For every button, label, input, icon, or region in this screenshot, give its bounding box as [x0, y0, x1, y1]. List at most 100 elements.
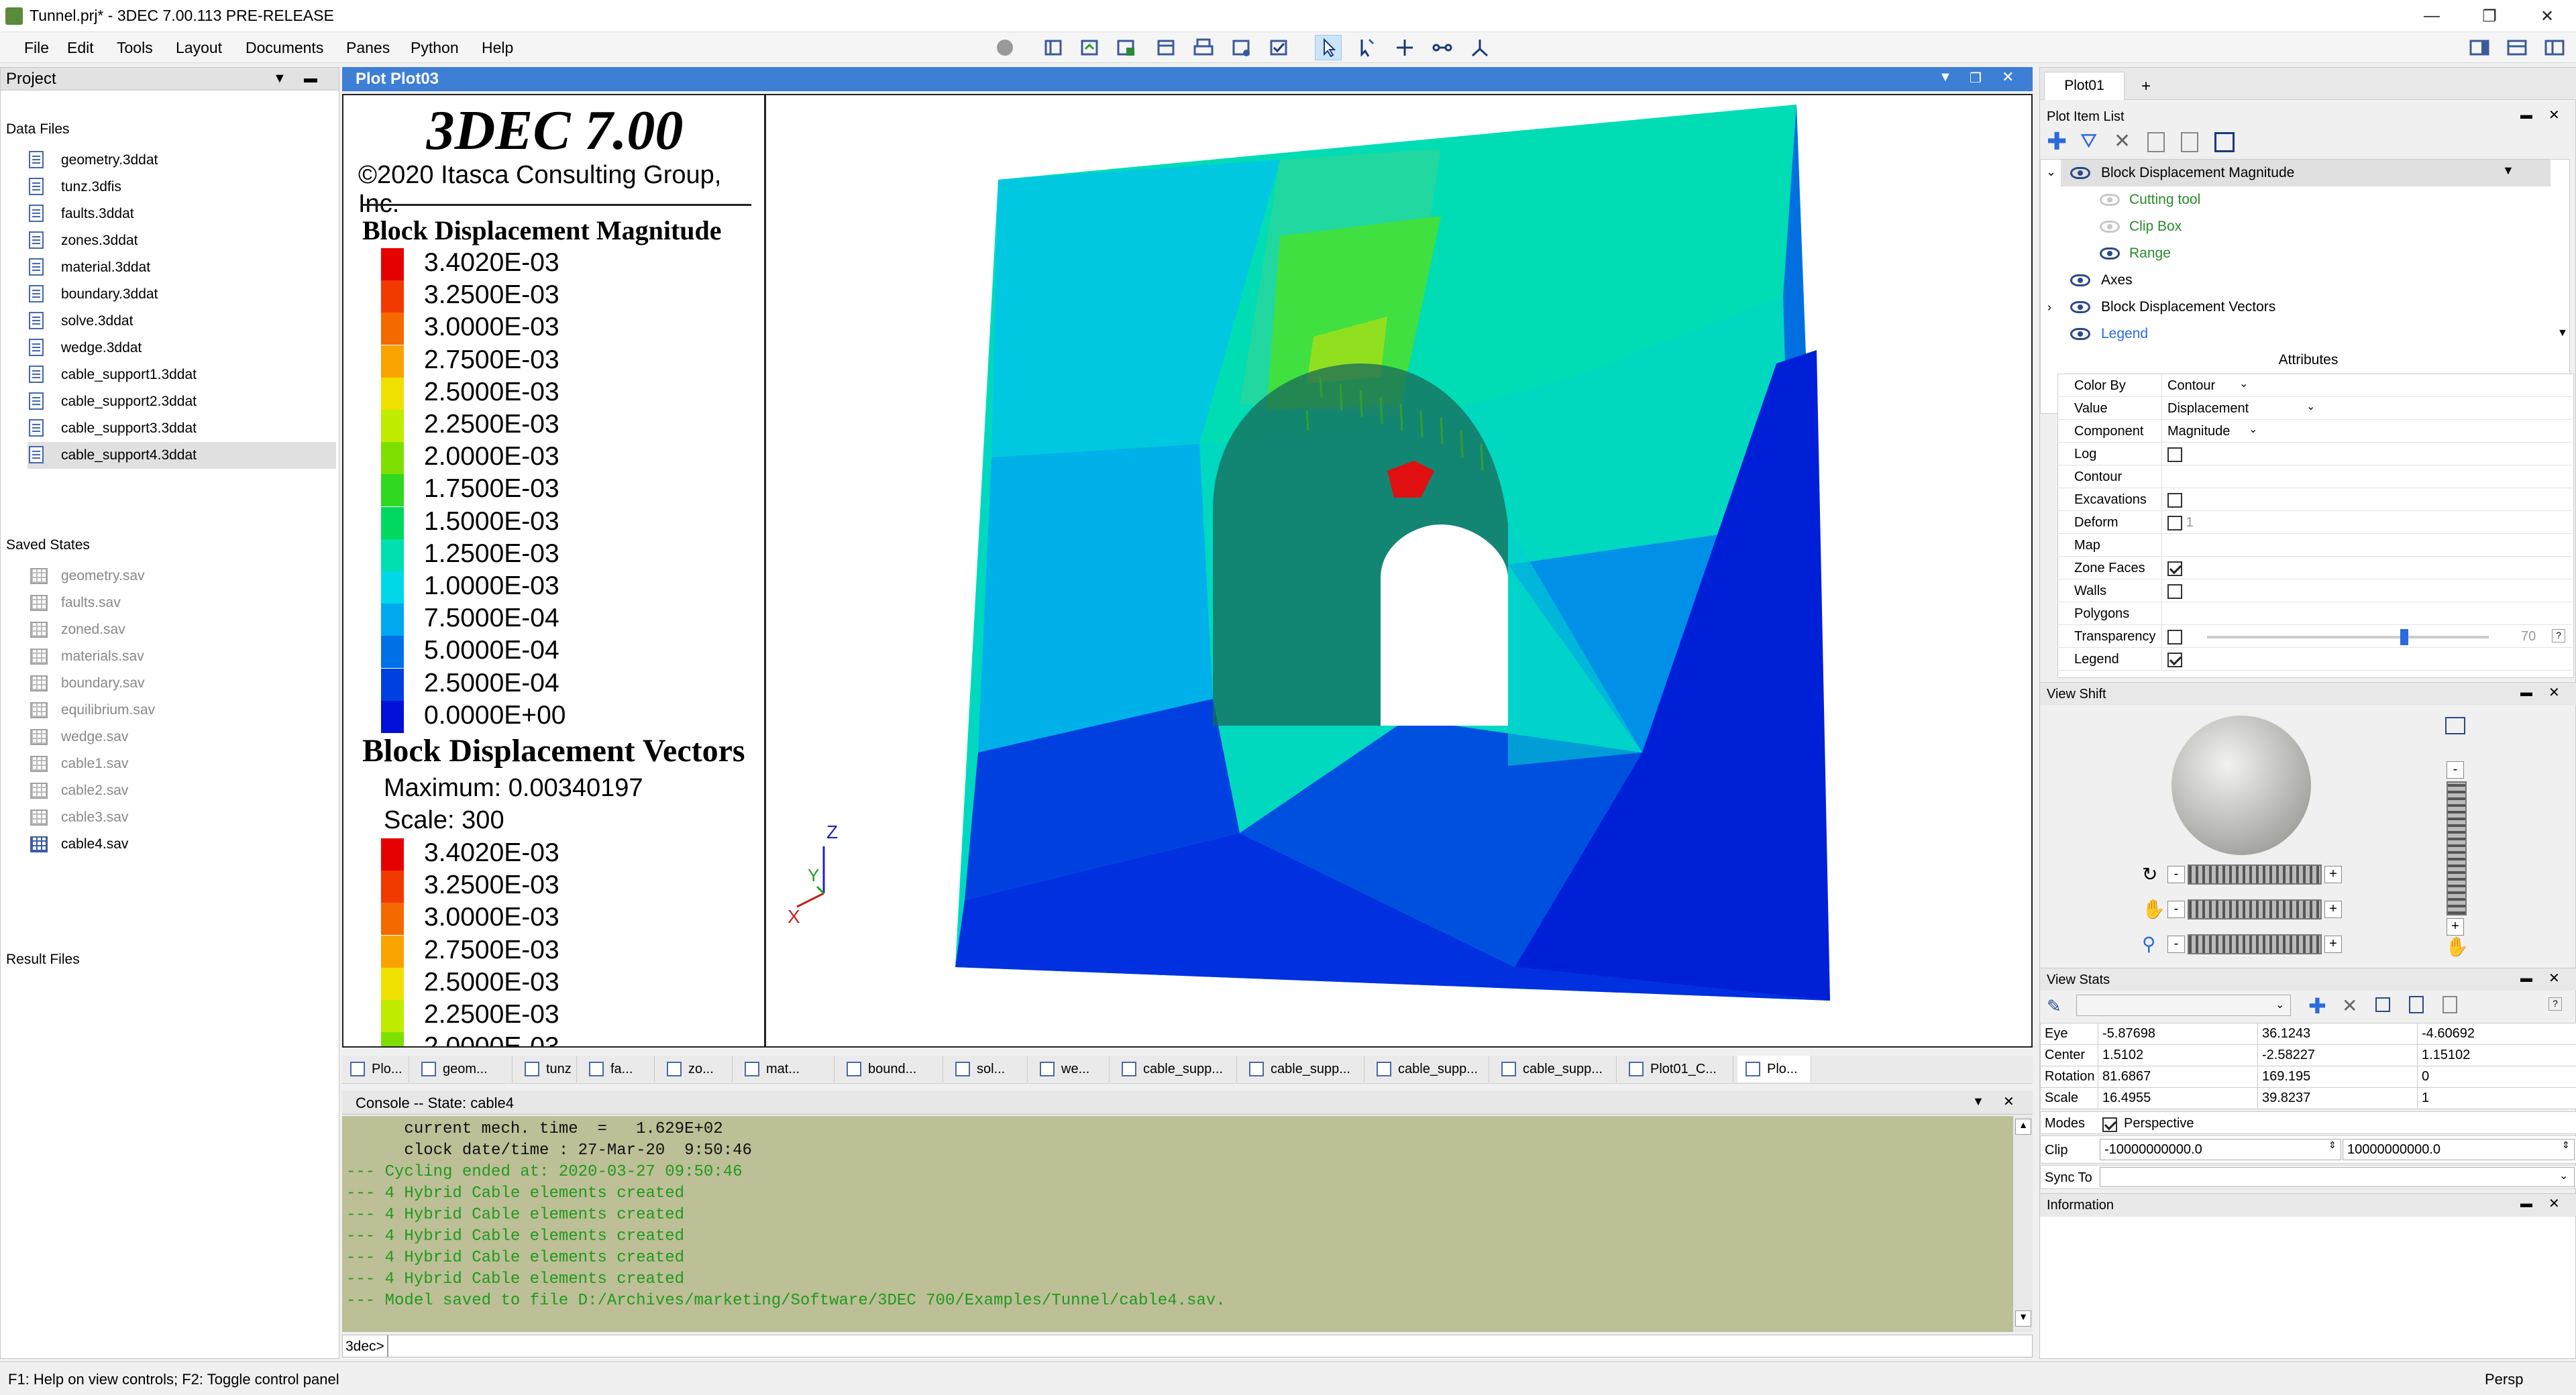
list-item[interactable]: cable_support3.3ddat — [61, 415, 197, 442]
document-tab[interactable]: zo... — [659, 1056, 733, 1082]
panel-close-icon[interactable]: ✕ — [2548, 684, 2560, 701]
scroll-down-icon[interactable]: ▼ — [2015, 1310, 2031, 1327]
attr-row-contour[interactable]: Contour — [2058, 465, 2572, 488]
list-item[interactable]: geometry.sav — [61, 563, 145, 590]
legend-checkbox[interactable] — [2167, 652, 2182, 667]
filter-icon[interactable]: ⛛ — [2080, 129, 2097, 154]
sphere-icon[interactable] — [991, 35, 1018, 60]
list-item[interactable]: zones.3ddat — [61, 227, 138, 254]
add-item-icon[interactable]: ✚ — [2047, 129, 2067, 154]
visible-eye-icon[interactable] — [2070, 167, 2090, 179]
transparency-checkbox[interactable] — [2167, 629, 2182, 645]
tree-item-clip-box[interactable]: Clip Box — [2129, 213, 2182, 240]
menu-edit[interactable]: Edit — [62, 32, 99, 63]
save-plot-icon[interactable] — [1112, 35, 1139, 60]
print-icon[interactable] — [1190, 35, 1217, 60]
help-icon[interactable]: ? — [2548, 997, 2562, 1011]
list-item[interactable]: solve.3ddat — [61, 308, 133, 335]
document-tab[interactable]: Plot01_C... — [1621, 1056, 1733, 1082]
document-tab[interactable]: Plo... — [342, 1056, 409, 1082]
layout-icon[interactable] — [1040, 35, 1067, 60]
visible-eye-icon[interactable] — [2070, 328, 2090, 340]
perspective-checkbox[interactable] — [2102, 1117, 2117, 1133]
document-tab[interactable]: mat... — [737, 1056, 835, 1082]
paste-view-icon[interactable] — [2443, 996, 2457, 1013]
check-all-icon[interactable] — [2214, 132, 2235, 152]
attr-row-value[interactable]: Value Displacement ⌄ — [2058, 397, 2572, 420]
document-tab[interactable]: fa... — [581, 1056, 655, 1082]
pan-slider[interactable] — [2188, 899, 2322, 919]
spin-icon[interactable]: ⇕ — [2328, 1139, 2337, 1151]
tree-scroll-down-icon[interactable]: ▼ — [2557, 327, 2568, 339]
select-pointer-icon[interactable] — [1315, 35, 1342, 60]
view-icon[interactable] — [1152, 35, 1179, 60]
document-tab[interactable]: cable_supp... — [1241, 1056, 1364, 1082]
attr-row-map[interactable]: Map — [2058, 534, 2572, 557]
attr-row-component[interactable]: Component Magnitude ⌄ — [2058, 420, 2572, 443]
hidden-eye-icon[interactable] — [2100, 221, 2120, 233]
checkbox-icon[interactable] — [1265, 35, 1292, 60]
attr-row-log[interactable]: Log — [2058, 443, 2572, 465]
chevron-down-icon[interactable]: ⌄ — [2559, 1169, 2568, 1182]
attr-row-legend[interactable]: Legend — [2058, 648, 2572, 671]
visible-eye-icon[interactable] — [2070, 301, 2090, 313]
panel-close-icon[interactable]: ✕ — [2548, 107, 2560, 123]
tree-item-axes[interactable]: Axes — [2101, 267, 2133, 294]
document-tab[interactable]: cable_supp... — [1493, 1056, 1617, 1082]
attr-row-color-by[interactable]: Color By Contour ⌄ — [2058, 374, 2572, 397]
tree-item-block-displacement-vectors[interactable]: Block Displacement Vectors — [2101, 294, 2275, 321]
item-dropdown-icon[interactable]: ▼ — [2502, 164, 2514, 178]
tree-item-range[interactable]: Range — [2129, 240, 2171, 267]
distance-plus-button[interactable]: + — [2447, 918, 2464, 936]
tab-add-button[interactable]: + — [2126, 74, 2166, 99]
plot-close-icon[interactable]: ✕ — [2002, 68, 2014, 86]
pan-hand-icon[interactable]: ✋ — [2142, 898, 2165, 920]
chevron-down-icon[interactable]: ⌄ — [2239, 377, 2248, 390]
rotate-icon[interactable]: ↻ — [2142, 863, 2157, 885]
list-item[interactable]: tunz.3dfis — [61, 174, 121, 201]
paste-icon[interactable] — [2181, 132, 2198, 152]
rotate-plus-button[interactable]: + — [2324, 866, 2342, 883]
pane-minimize-icon[interactable]: ▬ — [304, 71, 317, 87]
distance-slider[interactable] — [2447, 781, 2467, 915]
pane-menu-icon[interactable]: ▼ — [273, 71, 286, 87]
transparency-slider[interactable] — [2207, 629, 2489, 645]
view-preset-select[interactable]: ⌄ — [2076, 995, 2291, 1016]
camera-icon[interactable] — [2445, 717, 2465, 734]
document-tab[interactable]: tunz — [517, 1056, 577, 1082]
plot-restore-icon[interactable]: ❐ — [1970, 70, 1982, 87]
chevron-down-icon[interactable]: ⌄ — [2275, 998, 2284, 1011]
pin-icon[interactable]: ✎ — [2047, 996, 2061, 1017]
menu-file[interactable]: File — [19, 32, 54, 63]
grab-hand-icon[interactable]: ✋ — [2445, 936, 2469, 958]
list-item[interactable]: cable4.sav — [61, 831, 128, 858]
list-item[interactable]: cable1.sav — [61, 750, 128, 777]
lock-icon[interactable] — [2375, 997, 2390, 1012]
attr-row-polygons[interactable]: Polygons — [2058, 602, 2572, 625]
zoom-minus-button[interactable]: - — [2167, 936, 2185, 953]
list-item[interactable]: faults.sav — [61, 590, 121, 616]
list-item[interactable]: zoned.sav — [61, 616, 125, 643]
maximize-button[interactable]: ❐ — [2461, 0, 2518, 32]
list-item[interactable]: equilibrium.sav — [61, 697, 155, 724]
pan-plus-button[interactable]: + — [2324, 901, 2342, 918]
document-tab[interactable]: geom... — [413, 1056, 513, 1082]
menu-layout[interactable]: Layout — [170, 32, 227, 63]
scroll-up-icon[interactable]: ▲ — [2015, 1119, 2031, 1135]
help-icon[interactable]: ? — [2552, 629, 2565, 643]
deform-checkbox[interactable] — [2167, 515, 2182, 531]
menu-panes[interactable]: Panes — [341, 32, 395, 63]
console-scrollbar[interactable]: ▲ ▼ — [2012, 1116, 2033, 1332]
tab-plot01[interactable]: Plot01 — [2044, 72, 2125, 100]
attr-row-deform[interactable]: Deform 1 — [2058, 511, 2572, 534]
crosshair-icon[interactable] — [1391, 35, 1418, 60]
pan-minus-button[interactable]: - — [2167, 901, 2185, 918]
panel-close-icon[interactable]: ✕ — [2548, 970, 2560, 987]
hidden-eye-icon[interactable] — [2100, 194, 2120, 206]
attr-row-excavations[interactable]: Excavations — [2058, 488, 2572, 511]
panel-minimize-icon[interactable]: ▬ — [2520, 108, 2532, 122]
attr-row-walls[interactable]: Walls — [2058, 579, 2572, 602]
delete-icon[interactable]: ✕ — [2114, 129, 2131, 154]
list-item[interactable]: cable_support4.3ddat — [61, 442, 197, 469]
plot-menu-icon[interactable]: ▼ — [1939, 70, 1952, 85]
